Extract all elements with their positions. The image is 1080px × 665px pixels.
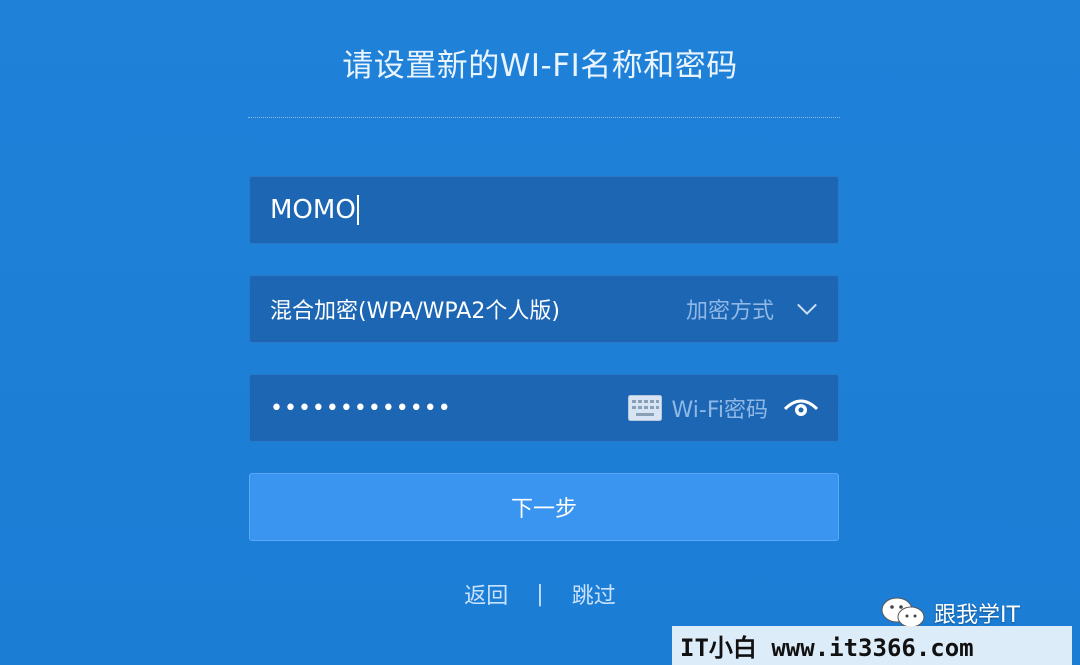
ssid-value: MOMO	[270, 195, 356, 225]
next-step-button[interactable]: 下一步	[249, 473, 839, 541]
password-input[interactable]: ••••••••••••• Wi-Fi密码	[249, 374, 839, 442]
encryption-label: 加密方式	[685, 299, 774, 324]
chevron-down-icon[interactable]	[796, 298, 818, 320]
encryption-selected-value: 混合加密(WPA/WPA2个人版)	[270, 299, 560, 324]
watermark-account: 跟我学IT	[880, 596, 1020, 630]
skip-link[interactable]: 跳过	[572, 578, 616, 610]
eye-icon[interactable]	[784, 396, 818, 420]
text-cursor	[356, 195, 359, 225]
back-link[interactable]: 返回	[464, 578, 508, 610]
page-title: 请设置新的WI-FI名称和密码	[342, 48, 738, 84]
wechat-icon	[881, 597, 925, 628]
password-label: Wi-Fi密码	[671, 398, 769, 423]
watermark-site: IT小白 www.it3366.com	[672, 626, 1072, 665]
title-divider	[248, 117, 840, 118]
ssid-input[interactable]: MOMO	[249, 176, 839, 244]
watermark-account-text: 跟我学IT	[934, 603, 1020, 628]
password-value: •••••••••••••	[270, 395, 452, 421]
keyboard-icon[interactable]	[627, 395, 662, 421]
link-separator: |	[536, 581, 544, 607]
encryption-select[interactable]: 混合加密(WPA/WPA2个人版) 加密方式	[249, 275, 839, 343]
